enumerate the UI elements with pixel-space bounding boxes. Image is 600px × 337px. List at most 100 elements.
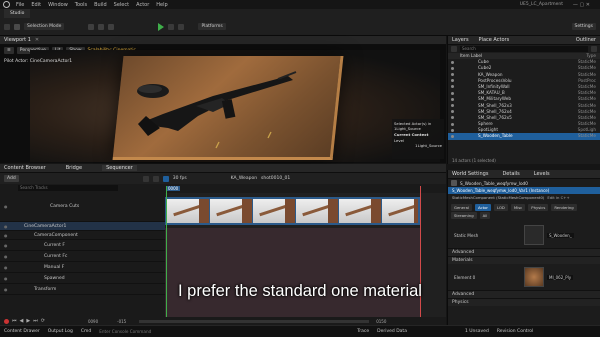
record-icon[interactable] xyxy=(4,318,9,324)
tab-levels[interactable]: Levels xyxy=(534,171,550,177)
derived-data-button[interactable]: Derived Data xyxy=(377,329,407,334)
filter-tab[interactable]: Rendering xyxy=(551,203,577,211)
tab-place-actors[interactable]: Place Actors xyxy=(479,37,510,43)
viewport-tab[interactable]: Viewport 1 xyxy=(4,37,31,43)
track-lock-icon[interactable]: ● xyxy=(4,222,8,231)
visibility-eye-icon[interactable] xyxy=(451,91,454,95)
trace-button[interactable]: Trace xyxy=(357,329,369,334)
edit-cpp-link[interactable]: Edit in C++ xyxy=(547,195,569,200)
content-drawer-button[interactable]: Content Drawer xyxy=(4,329,40,334)
cinematics-icon[interactable] xyxy=(108,23,115,30)
menu-file[interactable]: File xyxy=(16,2,24,8)
visibility-eye-icon[interactable] xyxy=(451,85,454,89)
track-lock-icon[interactable]: ● xyxy=(4,192,8,222)
track-lock-icon[interactable]: ● xyxy=(4,231,8,240)
tab-content-browser[interactable]: Content Browser xyxy=(4,165,46,171)
tab-outliner[interactable]: Outliner xyxy=(576,37,596,43)
snap-icon[interactable] xyxy=(162,175,169,182)
static-mesh-value[interactable]: S_Wooden_ xyxy=(547,232,574,238)
timeline-scrollbar[interactable] xyxy=(139,319,370,323)
sequence-breadcrumb-root[interactable]: KA_Weapon xyxy=(231,176,257,181)
filter-tab[interactable]: Actor xyxy=(474,203,491,211)
visibility-eye-icon[interactable] xyxy=(451,122,454,126)
track-lock-icon[interactable]: ● xyxy=(4,262,8,273)
visibility-eye-icon[interactable] xyxy=(451,104,454,107)
advanced-section[interactable]: Advanced xyxy=(448,248,600,256)
add-filter-icon[interactable] xyxy=(451,46,457,52)
track-search-input[interactable]: Search Tracks xyxy=(18,185,118,191)
output-log-button[interactable]: Output Log xyxy=(48,329,73,334)
visibility-eye-icon[interactable] xyxy=(451,134,454,138)
outliner-row[interactable]: S_Wooden_Table StaticMe xyxy=(448,133,600,140)
unreal-logo-icon[interactable] xyxy=(3,1,10,8)
hamburger-icon[interactable]: ≡ xyxy=(4,47,14,54)
save-icon[interactable] xyxy=(4,23,10,30)
sequence-breadcrumb-shot[interactable]: shot0010_01 xyxy=(261,176,290,181)
sequencer-track[interactable]: ● Current F xyxy=(0,240,165,251)
frame-end-value[interactable]: 0090 xyxy=(88,319,98,324)
sequencer-track[interactable]: ● CineCameraActor1 xyxy=(0,222,165,231)
tab-details[interactable]: Details xyxy=(502,171,519,177)
jump-end-icon[interactable]: ⏭ xyxy=(33,318,38,324)
timeline-start-value[interactable]: -015 xyxy=(117,319,126,324)
step-icon[interactable] xyxy=(168,23,175,30)
transform-section[interactable] xyxy=(165,228,420,318)
materials-section[interactable]: Materials xyxy=(448,256,600,264)
tab-layers[interactable]: Layers xyxy=(452,37,469,43)
camera-icon[interactable] xyxy=(142,175,149,182)
sequencer-track[interactable]: ● Current Fc xyxy=(0,251,165,262)
filter-tab[interactable]: Physics xyxy=(528,203,549,211)
track-lock-icon[interactable]: ● xyxy=(4,251,8,262)
filter-tab[interactable]: General xyxy=(451,203,472,211)
menu-select[interactable]: Select xyxy=(114,2,129,8)
loop-icon[interactable]: ⟳ xyxy=(41,318,45,324)
material-value[interactable]: MI_062_Ply xyxy=(547,274,574,280)
visibility-eye-icon[interactable] xyxy=(451,79,454,83)
fps-selector[interactable]: 30 fps xyxy=(173,176,187,181)
cmd-button[interactable]: Cmd xyxy=(81,329,91,334)
tab-world-settings[interactable]: World Settings xyxy=(452,171,488,177)
level-tab[interactable]: Studio xyxy=(4,9,31,18)
visibility-eye-icon[interactable] xyxy=(451,97,454,101)
blueprint-icon[interactable] xyxy=(98,23,105,30)
jump-start-icon[interactable]: ⏮ xyxy=(12,318,17,324)
filter-tab[interactable]: Misc xyxy=(510,203,526,211)
tab-bridge[interactable]: Bridge xyxy=(66,165,82,171)
visibility-eye-icon[interactable] xyxy=(451,66,454,70)
visibility-eye-icon[interactable] xyxy=(451,128,454,132)
visibility-eye-icon[interactable] xyxy=(451,110,454,114)
console-input[interactable]: Enter Console Command xyxy=(99,329,249,334)
visibility-eye-icon[interactable] xyxy=(451,60,454,64)
sequencer-track[interactable]: ● CameraComponent xyxy=(0,231,165,240)
step-back-icon[interactable]: ◀ xyxy=(20,318,24,324)
tab-sequencer[interactable]: Sequencer xyxy=(102,165,137,171)
filter-tab[interactable]: All xyxy=(479,211,491,219)
track-lock-icon[interactable]: ● xyxy=(4,240,8,251)
keyframe-icon[interactable] xyxy=(152,175,159,182)
filter-tab[interactable]: LOD xyxy=(493,203,508,211)
stop-icon[interactable] xyxy=(178,23,185,30)
add-icon[interactable] xyxy=(88,23,95,30)
visibility-eye-icon[interactable] xyxy=(451,73,454,77)
outliner-search-input[interactable]: Search xyxy=(460,46,588,52)
visibility-eye-icon[interactable] xyxy=(451,116,454,120)
menu-build[interactable]: Build xyxy=(94,2,107,8)
window-controls[interactable]: — ▢ ✕ xyxy=(573,2,590,8)
sequencer-track[interactable]: ● Camera Cuts xyxy=(0,192,165,222)
frame-current[interactable]: 0000 xyxy=(166,185,181,191)
menu-actor[interactable]: Actor xyxy=(136,2,149,8)
play-forward-icon[interactable]: ▶ xyxy=(26,318,30,324)
close-icon[interactable]: ✕ xyxy=(35,37,39,43)
component-row[interactable]: StaticMeshComponent (StaticMeshComponent… xyxy=(448,194,600,201)
menu-tools[interactable]: Tools xyxy=(75,2,87,8)
revision-control-button[interactable]: Revision Control xyxy=(497,329,534,334)
platforms-button[interactable]: Platforms xyxy=(198,23,226,30)
settings-button[interactable]: Settings xyxy=(571,23,596,30)
instance-row[interactable]: S_Wooden_Table_weqfymw_lod0_Var1 (Instan… xyxy=(448,187,600,194)
selection-mode-button[interactable]: Selection Mode xyxy=(24,23,65,30)
menu-window[interactable]: Window xyxy=(48,2,68,8)
play-icon[interactable] xyxy=(158,22,165,31)
unsaved-indicator[interactable]: 1 Unsaved xyxy=(465,329,489,334)
timeline-end-value[interactable]: 0150 xyxy=(376,319,386,324)
static-mesh-thumbnail[interactable] xyxy=(524,225,544,245)
